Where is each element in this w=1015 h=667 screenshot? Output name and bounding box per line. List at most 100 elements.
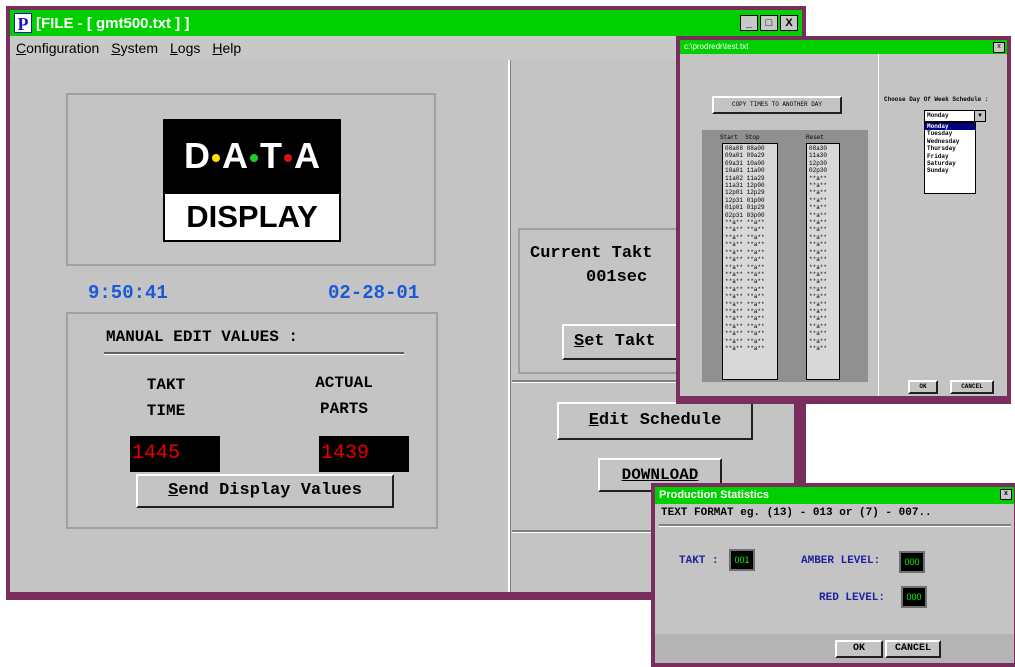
schedule-row[interactable]: 10a01 11a00 <box>725 167 775 174</box>
menu-logs[interactable]: Logs <box>170 40 200 56</box>
reset-row[interactable]: **a** <box>809 241 837 248</box>
takt-field[interactable]: 001 <box>729 549 755 571</box>
ok-button[interactable]: OK <box>835 640 883 658</box>
day-option[interactable]: Saturday <box>925 160 975 167</box>
red-level-field[interactable]: 000 <box>901 586 927 608</box>
day-option[interactable]: Monday <box>925 123 975 131</box>
day-option[interactable]: Thursday <box>925 145 975 152</box>
schedule-row[interactable]: **a** **a** <box>725 256 775 263</box>
day-option[interactable]: Friday <box>925 153 975 160</box>
start-stop-rows: 08a08 08a00 09a01 09a29 09a31 10a00 10a01 1… <box>725 145 775 352</box>
clock-date: 02-28-01 <box>328 282 420 304</box>
schedule-row[interactable]: 12p01 12p29 <box>725 189 775 196</box>
schedule-row[interactable]: 01p01 01p29 <box>725 204 775 211</box>
schedule-row[interactable]: **a** **a** <box>725 293 775 300</box>
schedule-row[interactable]: 12p31 01p00 <box>725 197 775 204</box>
reset-row[interactable]: **a** <box>809 315 837 322</box>
reset-row[interactable]: **a** <box>809 182 837 189</box>
reset-row[interactable]: **a** <box>809 271 837 278</box>
schedule-dialog: c:\prodredr\test.txt x COPY TIMES TO ANO… <box>676 36 1011 404</box>
title-bar[interactable]: P [FILE - [ gmt500.txt ] ] _ □ X <box>10 10 802 36</box>
schedule-row[interactable]: **a** **a** <box>725 323 775 330</box>
reset-row[interactable]: **a** <box>809 256 837 263</box>
schedule-dialog-title: c:\prodredr\test.txt <box>684 42 749 51</box>
reset-row[interactable]: **a** <box>809 175 837 182</box>
schedule-row[interactable]: 11a31 12p00 <box>725 182 775 189</box>
app-icon[interactable]: P <box>14 13 32 34</box>
day-option[interactable]: Wednesday <box>925 138 975 145</box>
copy-times-button[interactable]: COPY TIMES TO ANOTHER DAY <box>712 96 842 114</box>
menu-help[interactable]: Help <box>212 40 241 56</box>
reset-row[interactable]: **a** <box>809 345 837 352</box>
close-icon[interactable]: x <box>993 42 1005 53</box>
schedule-row[interactable]: 09a31 10a00 <box>725 160 775 167</box>
schedule-row[interactable]: **a** **a** <box>725 278 775 285</box>
format-hint: TEXT FORMAT eg. (13) - 013 or (7) - 007.… <box>661 507 932 519</box>
close-icon[interactable]: x <box>1000 489 1012 500</box>
close-button[interactable]: X <box>780 15 798 31</box>
reset-row[interactable]: **a** <box>809 278 837 285</box>
schedule-row[interactable]: 09a01 09a29 <box>725 152 775 159</box>
reset-row[interactable]: **a** <box>809 219 837 226</box>
reset-row[interactable]: **a** <box>809 234 837 241</box>
reset-row[interactable]: **a** <box>809 204 837 211</box>
ok-button[interactable]: OK <box>908 380 938 394</box>
schedule-row[interactable]: **a** **a** <box>725 308 775 315</box>
reset-row[interactable]: 08a30 <box>809 145 837 152</box>
reset-row[interactable]: **a** <box>809 264 837 271</box>
maximize-button[interactable]: □ <box>760 15 778 31</box>
cancel-button[interactable]: CANCEL <box>950 380 994 394</box>
red-level-label: RED LEVEL: <box>819 592 886 604</box>
schedule-row[interactable]: **a** **a** <box>725 249 775 256</box>
schedule-title-bar[interactable]: c:\prodredr\test.txt x <box>680 40 1007 54</box>
production-title-bar[interactable]: Production Statistics x <box>655 487 1014 504</box>
schedule-row[interactable]: **a** **a** <box>725 315 775 322</box>
minimize-button[interactable]: _ <box>740 15 758 31</box>
reset-row[interactable]: 02p30 <box>809 167 837 174</box>
reset-row[interactable]: **a** <box>809 249 837 256</box>
reset-row[interactable]: **a** <box>809 197 837 204</box>
cancel-button[interactable]: CANCEL <box>885 640 941 658</box>
reset-row[interactable]: **a** <box>809 301 837 308</box>
schedule-row[interactable]: **a** **a** <box>725 219 775 226</box>
schedule-row[interactable]: **a** **a** <box>725 234 775 241</box>
takt-time-field[interactable]: 1445 <box>130 436 220 472</box>
schedule-row[interactable]: **a** **a** <box>725 301 775 308</box>
menu-system[interactable]: System <box>111 40 158 56</box>
schedule-row[interactable]: **a** **a** <box>725 286 775 293</box>
reset-row[interactable]: 12p30 <box>809 160 837 167</box>
start-stop-list[interactable]: 08a08 08a00 09a01 09a29 09a31 10a00 10a01 1… <box>722 143 778 380</box>
reset-row[interactable]: **a** <box>809 286 837 293</box>
reset-row[interactable]: **a** <box>809 226 837 233</box>
clock-time: 9:50:41 <box>88 282 168 304</box>
schedule-row[interactable]: **a** **a** <box>725 330 775 337</box>
schedule-row[interactable]: **a** **a** <box>725 226 775 233</box>
send-display-values-button[interactable]: Send Display Values <box>136 474 394 508</box>
reset-list[interactable]: 08a30 11a30 12p30 02p30 **a** **a** **a** **a**… <box>806 143 840 380</box>
reset-row[interactable]: **a** <box>809 323 837 330</box>
reset-row[interactable]: **a** <box>809 212 837 219</box>
schedule-row[interactable]: **a** **a** <box>725 241 775 248</box>
reset-row[interactable]: **a** <box>809 308 837 315</box>
current-takt-title: Current Takt <box>530 244 653 263</box>
menu-configuration[interactable]: Configuration <box>16 40 99 56</box>
reset-row[interactable]: **a** <box>809 330 837 337</box>
amber-level-field[interactable]: 000 <box>899 551 925 573</box>
schedule-row[interactable]: **a** **a** <box>725 271 775 278</box>
reset-row[interactable]: **a** <box>809 338 837 345</box>
schedule-row[interactable]: 02p31 03p00 <box>725 212 775 219</box>
reset-row[interactable]: **a** <box>809 293 837 300</box>
actual-parts-field[interactable]: 1439 <box>319 436 409 472</box>
edit-schedule-button[interactable]: Edit Schedule <box>557 402 753 440</box>
schedule-row[interactable]: **a** **a** <box>725 345 775 352</box>
day-option[interactable]: Tuesday <box>925 130 975 137</box>
chevron-down-icon[interactable]: ▼ <box>974 111 985 121</box>
schedule-row[interactable]: **a** **a** <box>725 264 775 271</box>
schedule-row[interactable]: **a** **a** <box>725 338 775 345</box>
schedule-row[interactable]: 11a02 11a29 <box>725 175 775 182</box>
reset-row[interactable]: 11a30 <box>809 152 837 159</box>
schedule-row[interactable]: 08a08 08a00 <box>725 145 775 152</box>
reset-row[interactable]: **a** <box>809 189 837 196</box>
day-option[interactable]: Sunday <box>925 167 975 174</box>
day-select[interactable]: Monday ▼ <box>924 110 986 122</box>
